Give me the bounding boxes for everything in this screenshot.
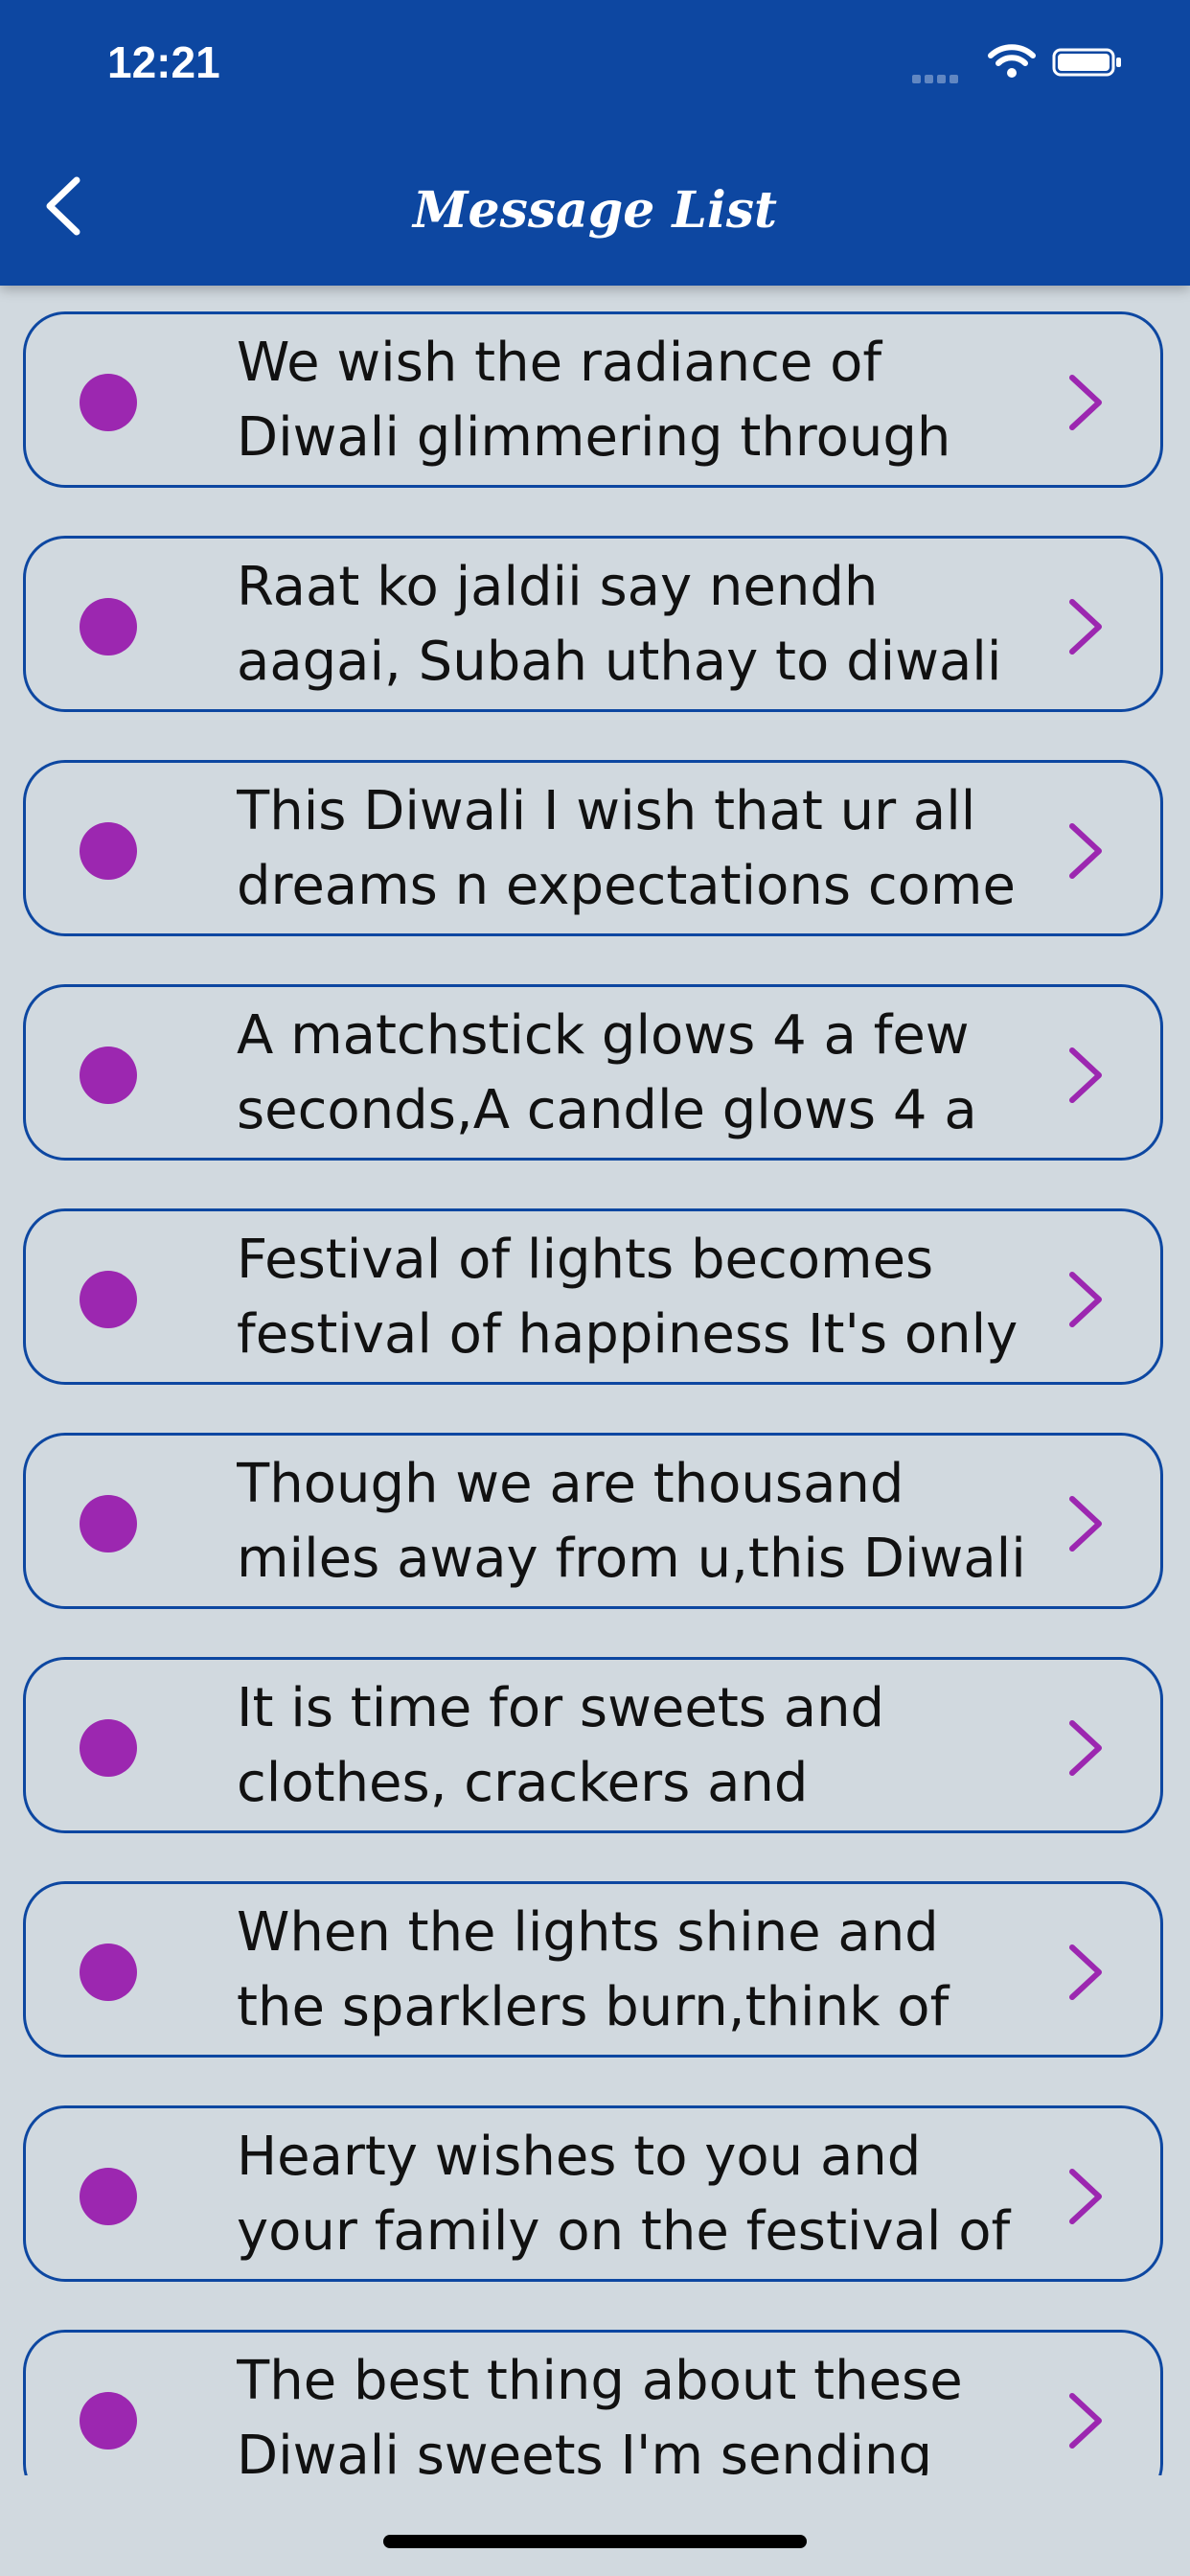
page-title: Message List <box>412 181 778 240</box>
message-list-item[interactable]: The best thing about these Diwali sweets… <box>23 2330 1163 2475</box>
home-indicator[interactable] <box>383 2535 807 2548</box>
bullet-dot-icon <box>80 374 137 431</box>
message-preview: Festival of lights becomes festival of h… <box>237 1229 1018 1366</box>
message-preview: When the lights shine and the sparklers … <box>237 1901 950 2038</box>
bullet-dot-icon <box>80 2168 137 2225</box>
message-preview: It is time for sweets and clothes, crack… <box>237 1677 885 1814</box>
chevron-right-icon <box>1069 2169 1102 2224</box>
wifi-icon <box>988 44 1036 78</box>
chevron-right-icon <box>1069 1047 1102 1103</box>
chevron-right-icon <box>1069 1944 1102 2000</box>
bullet-dot-icon <box>80 822 137 880</box>
message-preview: Though we are thousand miles away from u… <box>237 1453 1026 1590</box>
chevron-right-icon <box>1069 1496 1102 1552</box>
bullet-dot-icon <box>80 2392 137 2450</box>
message-list[interactable]: We wish the radiance of Diwali glimmerin… <box>0 286 1190 2475</box>
message-list-item[interactable]: We wish the radiance of Diwali glimmerin… <box>23 311 1163 488</box>
message-preview: We wish the radiance of Diwali glimmerin… <box>237 332 951 469</box>
app-header: 12:21 Message List <box>0 0 1190 286</box>
message-list-item[interactable]: Raat ko jaldii say nendh aagai, Subah ut… <box>23 536 1163 712</box>
chevron-right-icon <box>1069 2393 1102 2449</box>
bullet-dot-icon <box>80 1719 137 1777</box>
status-time: 12:21 <box>107 37 220 87</box>
bullet-dot-icon <box>80 1944 137 2001</box>
message-list-item[interactable]: It is time for sweets and clothes, crack… <box>23 1657 1163 1833</box>
chevron-right-icon <box>1069 599 1102 655</box>
bullet-dot-icon <box>80 598 137 656</box>
chevron-right-icon <box>1069 375 1102 430</box>
message-list-item[interactable]: Festival of lights becomes festival of h… <box>23 1208 1163 1385</box>
bullet-dot-icon <box>80 1271 137 1328</box>
cellular-signal-icon <box>912 69 968 83</box>
message-list-item[interactable]: Hearty wishes to you and your family on … <box>23 2105 1163 2282</box>
message-preview: This Diwali I wish that ur all dreams n … <box>237 780 1016 917</box>
bullet-dot-icon <box>80 1495 137 1552</box>
message-list-item[interactable]: When the lights shine and the sparklers … <box>23 1881 1163 2058</box>
message-list-item[interactable]: A matchstick glows 4 a few seconds,A can… <box>23 984 1163 1161</box>
message-preview: A matchstick glows 4 a few seconds,A can… <box>237 1004 977 1141</box>
message-list-item[interactable]: This Diwali I wish that ur all dreams n … <box>23 760 1163 936</box>
message-preview: Hearty wishes to you and your family on … <box>237 2126 1011 2263</box>
bullet-dot-icon <box>80 1046 137 1104</box>
chevron-right-icon <box>1069 1720 1102 1776</box>
chevron-right-icon <box>1069 823 1102 879</box>
message-preview: The best thing about these Diwali sweets… <box>237 2350 963 2475</box>
message-list-item[interactable]: Though we are thousand miles away from u… <box>23 1433 1163 1609</box>
battery-icon <box>1052 48 1121 77</box>
message-preview: Raat ko jaldii say nendh aagai, Subah ut… <box>237 556 1002 693</box>
chevron-right-icon <box>1069 1272 1102 1327</box>
